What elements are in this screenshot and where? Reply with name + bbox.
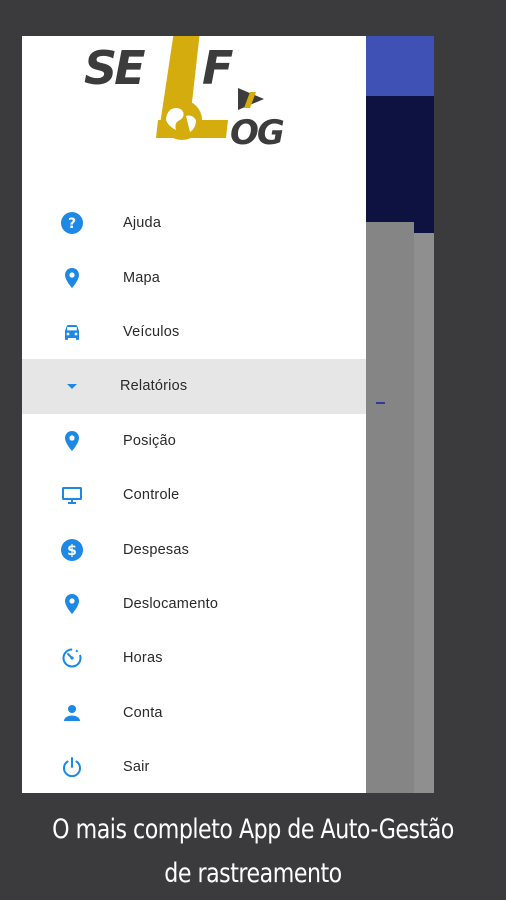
caption-line-1: O mais completo App de Auto-Gestão xyxy=(52,814,454,845)
app-content-card-edge xyxy=(414,233,434,793)
map-pin-icon xyxy=(60,592,84,616)
menu-item-posicao[interactable]: Posição xyxy=(22,414,366,468)
car-icon xyxy=(60,320,84,344)
menu-item-label: Deslocamento xyxy=(123,595,219,612)
menu-item-label: Posição xyxy=(123,432,176,449)
caret-down-icon xyxy=(60,374,84,398)
menu-item-deslocamento[interactable]: Deslocamento xyxy=(22,577,366,631)
promo-caption: O mais completo App de Auto-Gestão de ra… xyxy=(46,808,461,896)
menu-item-label: Sair xyxy=(123,759,150,776)
menu-item-conta[interactable]: Conta xyxy=(22,686,366,740)
menu-item-label: Controle xyxy=(123,487,180,504)
help-circle-icon: ? xyxy=(60,211,84,235)
app-toolbar xyxy=(366,36,434,96)
navigation-drawer: SE F OG ? Ajuda Mapa Veículos Relatórios… xyxy=(22,36,366,793)
dollar-circle-icon: $ xyxy=(60,538,84,562)
drawer-menu: ? Ajuda Mapa Veículos Relatórios Posição… xyxy=(22,196,366,793)
menu-item-horas[interactable]: Horas xyxy=(22,631,366,685)
menu-item-label: Conta xyxy=(123,704,163,721)
menu-item-label: Horas xyxy=(123,650,163,667)
app-content-dash xyxy=(376,402,385,404)
menu-item-sair[interactable]: Sair xyxy=(22,740,366,793)
map-pin-icon xyxy=(60,266,84,290)
menu-item-mapa[interactable]: Mapa xyxy=(22,250,366,304)
svg-text:OG: OG xyxy=(230,113,284,153)
caption-line-2: de rastreamento xyxy=(164,858,342,889)
menu-item-label: Relatórios xyxy=(120,378,188,395)
menu-item-label: Mapa xyxy=(123,269,161,286)
svg-text:$: $ xyxy=(67,543,77,559)
phone-screen: SE F OG ? Ajuda Mapa Veículos Relatórios… xyxy=(22,36,434,793)
menu-item-label: Ajuda xyxy=(123,215,162,232)
monitor-icon xyxy=(60,483,84,507)
menu-item-label: Veículos xyxy=(123,323,180,340)
power-icon xyxy=(60,755,84,779)
selflog-logo: SE F OG xyxy=(78,36,318,156)
menu-item-relatorios[interactable]: Relatórios xyxy=(22,359,366,414)
svg-text:SE: SE xyxy=(84,41,145,95)
svg-text:F: F xyxy=(202,41,233,95)
menu-item-despesas[interactable]: $ Despesas xyxy=(22,522,366,576)
app-content-card xyxy=(366,222,414,793)
person-icon xyxy=(60,701,84,725)
timer-icon xyxy=(60,646,84,670)
app-header-panel xyxy=(366,96,434,233)
map-pin-icon xyxy=(60,429,84,453)
menu-item-label: Despesas xyxy=(123,541,190,558)
menu-item-controle[interactable]: Controle xyxy=(22,468,366,522)
menu-item-veiculos[interactable]: Veículos xyxy=(22,305,366,359)
menu-item-ajuda[interactable]: ? Ajuda xyxy=(22,196,366,250)
svg-text:?: ? xyxy=(68,216,76,232)
